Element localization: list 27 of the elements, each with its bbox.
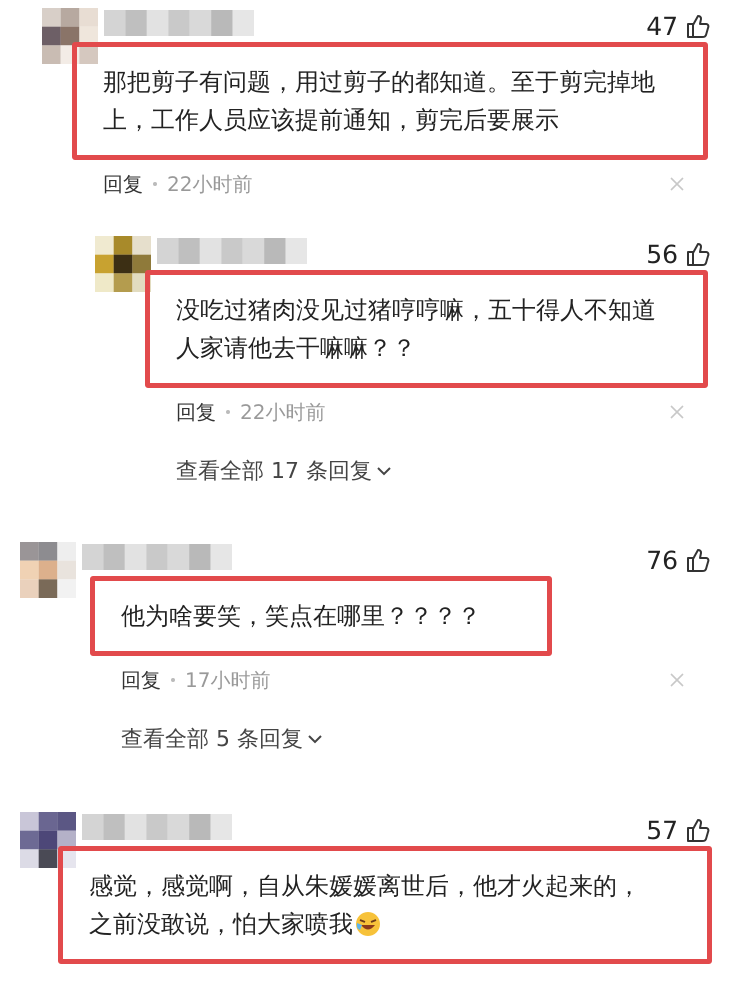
thumbs-up-icon[interactable] <box>686 547 710 573</box>
view-replies-link[interactable]: 查看全部 5 条回复 <box>121 724 323 754</box>
comment-time: 22小时前 <box>240 398 326 426</box>
like-count: 57 <box>646 816 678 844</box>
laughing-emoji-icon <box>355 911 381 937</box>
chevron-down-icon <box>376 466 392 476</box>
blurred-avatar <box>95 236 151 292</box>
comment-text: 那把剪子有问题，用过剪子的都知道。至于剪完掉地上，工作人员应该提前通知，剪完后要展示 <box>103 67 656 136</box>
comment-text: 感觉，感觉啊，自从朱媛媛离世后，他才火起来的，之前没敢说，怕大家喷我 <box>89 871 642 940</box>
blurred-avatar <box>20 542 76 598</box>
like-count: 56 <box>646 240 678 268</box>
blurred-avatar <box>42 8 98 64</box>
comment-time: 17小时前 <box>185 666 270 694</box>
thumbs-up-icon[interactable] <box>686 13 710 39</box>
comment-text: 他为啥要笑，笑点在哪里？？？？ <box>121 601 482 632</box>
like-count: 47 <box>646 12 678 40</box>
view-replies-link[interactable]: 查看全部 17 条回复 <box>176 456 392 486</box>
reply-link[interactable]: 回复 <box>176 398 216 426</box>
thumbs-up-icon[interactable] <box>686 817 710 843</box>
blurred-avatar <box>20 812 76 868</box>
reply-link[interactable]: 回复 <box>103 170 143 198</box>
like-count: 76 <box>646 546 678 574</box>
thumbs-up-icon[interactable] <box>686 241 710 267</box>
reply-link[interactable]: 回复 <box>121 666 161 694</box>
comment-time: 22小时前 <box>167 170 252 198</box>
comment-text: 没吃过猪肉没见过猪哼哼嘛，五十得人不知道人家请他去干嘛嘛？？ <box>176 295 657 364</box>
chevron-down-icon <box>306 734 323 744</box>
